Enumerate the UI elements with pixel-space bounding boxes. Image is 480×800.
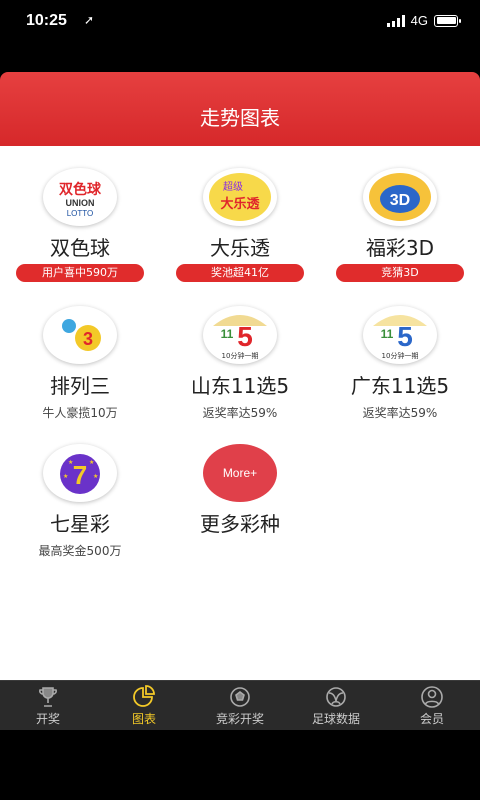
- bottom-tab-bar: 开奖 图表 竞彩开奖 足球数据 会员: [0, 680, 480, 730]
- lottery-name: 广东11选5: [350, 374, 450, 398]
- user-icon: [420, 685, 444, 709]
- svg-text:5: 5: [397, 321, 413, 352]
- tab-label: 图表: [131, 712, 156, 726]
- lottery-subtitle: 返奖率达59%: [202, 406, 278, 420]
- svg-text:★: ★: [63, 473, 68, 480]
- more-logo-icon: More+: [203, 444, 277, 502]
- lottery-subtitle: 牛人豪揽10万: [42, 406, 118, 420]
- trophy-icon: [36, 685, 60, 709]
- svg-text:★: ★: [89, 459, 94, 466]
- signal-icon: [386, 14, 405, 27]
- tab-zuqiu-shuju[interactable]: 足球数据: [288, 681, 384, 731]
- top-spacer: [0, 44, 480, 72]
- lottery-item-guangdong-11x5[interactable]: 11 5 10分钟一期 广东11选5 返奖率达59%: [320, 306, 480, 421]
- lottery-item-qixingcai[interactable]: 7 ★ ★ ★ ★ 七星彩 最高奖金500万: [0, 444, 160, 559]
- lottery-name: 七星彩: [50, 512, 110, 536]
- svg-text:11: 11: [381, 327, 394, 341]
- lottery-name: 大乐透: [210, 236, 270, 260]
- svg-text:★: ★: [93, 473, 98, 480]
- shandong-11x5-logo-icon: 11 5 10分钟一期: [203, 306, 277, 364]
- lottery-item-more[interactable]: More+ 更多彩种: [160, 444, 320, 536]
- shuangseqiu-logo-icon: 双色球 UNION LOTTO: [43, 168, 117, 226]
- pie-chart-icon: [132, 685, 156, 709]
- lottery-item-fucai3d[interactable]: 3D 福彩3D 竞猜3D: [320, 168, 480, 282]
- guangdong-11x5-logo-icon: 11 5 10分钟一期: [363, 306, 437, 364]
- pailiesan-logo-icon: 3: [43, 306, 117, 364]
- lottery-subtitle: 返奖率达59%: [362, 406, 438, 420]
- svg-text:UNION: UNION: [66, 198, 95, 208]
- lottery-name: 山东11选5: [190, 374, 290, 398]
- tab-label: 足球数据: [311, 712, 360, 726]
- svg-text:10分钟一期: 10分钟一期: [222, 351, 259, 360]
- lottery-name: 排列三: [50, 374, 110, 398]
- lottery-grid: 双色球 UNION LOTTO 双色球 用户喜中590万 超级 大乐透 大乐透 …: [0, 146, 480, 680]
- status-indicators: 4G: [386, 13, 461, 28]
- svg-text:LOTTO: LOTTO: [67, 209, 94, 218]
- battery-icon: [434, 14, 461, 27]
- svg-text:3: 3: [83, 329, 93, 349]
- lottery-item-daletou[interactable]: 超级 大乐透 大乐透 奖池超41亿: [160, 168, 320, 282]
- svg-text:超级: 超级: [223, 180, 243, 193]
- tab-tubiao[interactable]: 图表: [96, 681, 192, 731]
- soccer-ball-icon: [228, 685, 252, 709]
- svg-text:More+: More+: [223, 466, 257, 480]
- page-title: 走势图表: [200, 106, 280, 130]
- svg-text:11: 11: [221, 327, 234, 341]
- lottery-name: 更多彩种: [200, 512, 280, 536]
- tab-label: 会员: [419, 712, 444, 726]
- promo-badge: 竞猜3D: [336, 264, 464, 282]
- status-bar: 10:25 ➚ 4G: [0, 0, 480, 44]
- tab-jingcai-kaijiang[interactable]: 竞彩开奖: [192, 681, 288, 731]
- daletou-logo-icon: 超级 大乐透: [203, 168, 277, 226]
- location-arrow-icon: ➚: [84, 13, 95, 27]
- svg-text:5: 5: [237, 321, 253, 352]
- status-time: 10:25: [26, 12, 67, 29]
- lottery-item-shuangseqiu[interactable]: 双色球 UNION LOTTO 双色球 用户喜中590万: [0, 168, 160, 282]
- lottery-name: 双色球: [50, 236, 110, 260]
- svg-text:★: ★: [68, 459, 73, 466]
- lottery-item-shandong-11x5[interactable]: 11 5 10分钟一期 山东11选5 返奖率达59%: [160, 306, 320, 421]
- football-data-icon: [324, 685, 348, 709]
- tab-label: 竞彩开奖: [215, 712, 264, 726]
- svg-text:7: 7: [73, 460, 87, 490]
- lottery-item-pailiesan[interactable]: 3 排列三 牛人豪揽10万: [0, 306, 160, 421]
- tab-kaijiang[interactable]: 开奖: [0, 681, 96, 731]
- lottery-name: 福彩3D: [365, 236, 435, 260]
- svg-text:10分钟一期: 10分钟一期: [382, 351, 419, 360]
- svg-text:3D: 3D: [390, 192, 410, 209]
- network-type: 4G: [410, 13, 428, 28]
- svg-text:双色球: 双色球: [59, 181, 102, 198]
- tab-label: 开奖: [35, 712, 60, 726]
- promo-badge: 用户喜中590万: [16, 264, 144, 282]
- lottery-subtitle: 最高奖金500万: [38, 544, 122, 558]
- svg-text:大乐透: 大乐透: [220, 196, 259, 212]
- promo-badge: 奖池超41亿: [176, 264, 304, 282]
- fucai3d-logo-icon: 3D: [363, 168, 437, 226]
- qixingcai-logo-icon: 7 ★ ★ ★ ★: [43, 444, 117, 502]
- page-header: 走势图表: [0, 72, 480, 146]
- home-indicator-area: [0, 730, 480, 800]
- tab-huiyuan[interactable]: 会员: [384, 681, 480, 731]
